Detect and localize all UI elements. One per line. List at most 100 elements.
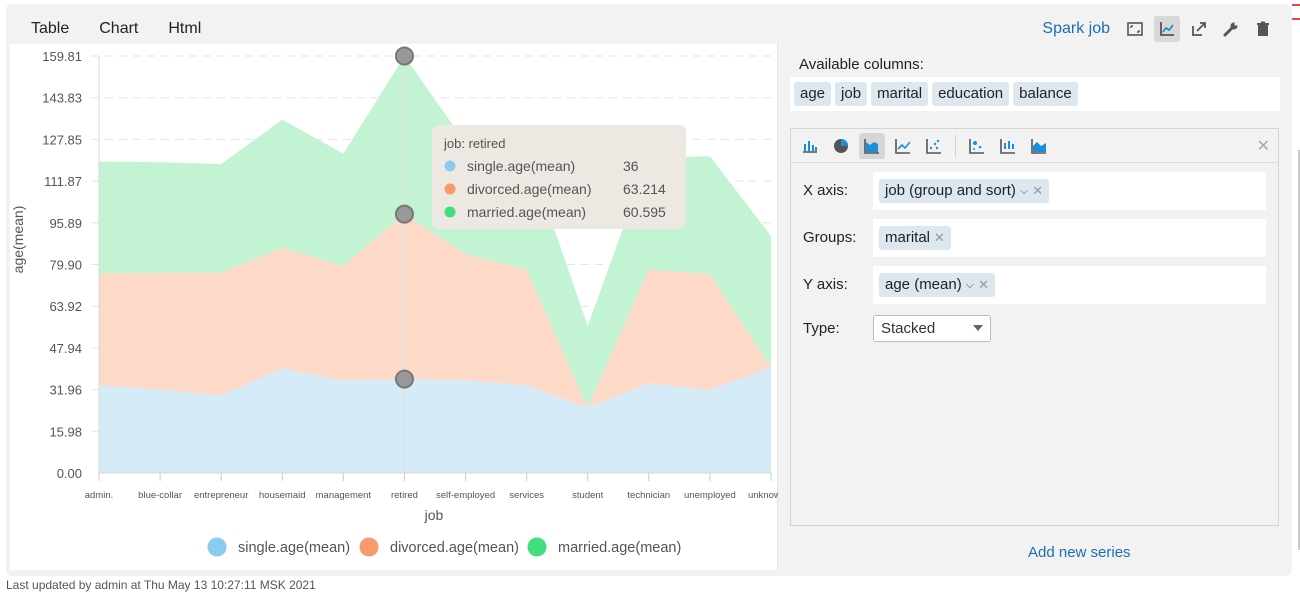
y-axis-row: Y axis: age (mean) ⌵ ✕ — [791, 261, 1268, 308]
area-chart-icon — [864, 138, 879, 154]
groups-chip[interactable]: marital ✕ — [879, 225, 951, 250]
y-tick-label: 0.00 — [57, 466, 82, 481]
x-tick-label: unemployed — [684, 490, 736, 501]
remove-icon[interactable]: ✕ — [934, 228, 945, 248]
chart-type-pie[interactable] — [828, 133, 854, 159]
y-axis-dropzone[interactable]: age (mean) ⌵ ✕ — [873, 265, 1266, 304]
tooltip-series-name: single.age(mean) — [467, 158, 575, 174]
x-axis-chip[interactable]: job (group and sort) ⌵ ✕ — [879, 178, 1050, 203]
x-axis-title: job — [424, 507, 444, 523]
close-series-icon[interactable]: ✕ — [1257, 136, 1270, 156]
fullscreen-button[interactable] — [1122, 16, 1148, 42]
toolbar-separator — [955, 134, 956, 157]
view-tabs: Table Chart Html — [16, 12, 656, 49]
area-line-chart-icon — [1031, 138, 1046, 154]
tab-table[interactable]: Table — [16, 12, 84, 48]
tooltip-series-value: 36 — [623, 158, 639, 174]
chart-config-panel: Available columns: age job marital educa… — [790, 56, 1280, 526]
tooltip-series-value: 63.214 — [623, 181, 666, 197]
pie-chart-icon — [834, 138, 848, 153]
y-tick-label: 127.85 — [42, 132, 82, 147]
bubble-chart-icon — [969, 138, 984, 154]
chart-type-area[interactable] — [859, 132, 885, 159]
y-tick-label: 63.92 — [49, 299, 82, 314]
legend-dot — [527, 537, 547, 557]
y-tick-label: 111.87 — [44, 174, 82, 189]
type-label: Type: — [803, 319, 840, 337]
series-editor: ✕ X axis: job (group and sort) ⌵ ✕ Groups:… — [790, 128, 1279, 526]
chart-type-bubble[interactable] — [964, 133, 990, 159]
chart-settings-icon — [1160, 22, 1174, 36]
chevron-down-icon[interactable]: ⌵ — [966, 275, 974, 295]
chart-type-area-line[interactable] — [1026, 133, 1052, 159]
chart-type-bar[interactable] — [797, 133, 823, 159]
y-axis-value: age (mean) — [885, 275, 962, 293]
remove-icon[interactable]: ✕ — [1032, 181, 1043, 201]
x-tick-label: housemaid — [259, 490, 305, 501]
x-tick-label: unknown — [748, 490, 778, 501]
x-tick-label: self-employed — [436, 490, 495, 501]
legend-label: single.age(mean) — [238, 540, 350, 556]
scatter-chart-icon — [926, 138, 941, 154]
hover-point-marker — [394, 46, 414, 66]
y-axis-chip[interactable]: age (mean) ⌵ ✕ — [879, 272, 995, 297]
legend-label: divorced.age(mean) — [390, 540, 519, 556]
box-chart-icon — [1000, 138, 1015, 154]
edge-marker — [1292, 18, 1300, 20]
y-tick-label: 159.81 — [42, 49, 82, 64]
type-row: Type: Stacked — [791, 308, 1268, 348]
tab-chart[interactable]: Chart — [84, 12, 154, 49]
hover-point-marker — [394, 204, 414, 224]
x-axis-value: job (group and sort) — [885, 181, 1016, 199]
type-select[interactable]: Stacked — [873, 314, 991, 342]
x-axis-row: X axis: job (group and sort) ⌵ ✕ — [791, 167, 1268, 214]
chevron-down-icon[interactable]: ⌵ — [1020, 181, 1028, 201]
x-tick-label: services — [509, 490, 544, 501]
y-tick-label: 143.83 — [42, 91, 82, 106]
chart-settings-button[interactable] — [1154, 16, 1180, 42]
delete-button[interactable] — [1250, 16, 1276, 42]
y-tick-label: 47.94 — [49, 341, 82, 356]
groups-dropzone[interactable]: marital ✕ — [873, 218, 1266, 257]
x-axis-dropzone[interactable]: job (group and sort) ⌵ ✕ — [873, 171, 1266, 210]
chart-type-box[interactable] — [995, 133, 1021, 159]
x-tick-label: student — [572, 490, 604, 501]
wrench-button[interactable] — [1218, 16, 1244, 42]
stacked-area-chart[interactable]: 0.00 15.98 31.96 47.94 63.92 79.90 95.89 111.87… — [10, 44, 778, 570]
dropdown-arrow-icon — [973, 325, 983, 331]
y-tick-label: 79.90 — [49, 258, 82, 273]
bar-chart-icon — [803, 140, 817, 153]
column-chip[interactable]: age — [794, 82, 832, 106]
export-icon — [1192, 22, 1206, 36]
cell-toolbar: Spark job — [1042, 16, 1276, 42]
remove-icon[interactable]: ✕ — [978, 275, 989, 295]
y-tick-label: 15.98 — [49, 424, 82, 439]
legend-label: married.age(mean) — [558, 540, 681, 556]
legend-dot — [359, 537, 379, 557]
y-axis-title: age(mean) — [10, 206, 26, 274]
groups-label: Groups: — [803, 229, 857, 246]
x-tick-label: admin. — [85, 490, 114, 501]
column-chip[interactable]: job — [835, 82, 868, 106]
chart-type-line[interactable] — [890, 133, 916, 159]
fullscreen-icon — [1127, 22, 1143, 36]
legend-dot — [207, 537, 227, 557]
column-chip[interactable]: education — [932, 82, 1010, 106]
chart-type-toolbar: ✕ — [791, 129, 1278, 163]
add-new-series-link[interactable]: Add new series — [1028, 544, 1131, 561]
trash-icon — [1257, 21, 1269, 36]
tab-html[interactable]: Html — [153, 12, 216, 48]
groups-value: marital — [885, 228, 931, 246]
tooltip-series-dot — [444, 183, 456, 195]
last-updated-status: Last updated by admin at Thu May 13 10:2… — [6, 578, 316, 592]
column-chip[interactable]: marital — [871, 82, 929, 106]
x-tick-label: blue-collar — [138, 490, 182, 501]
type-value: Stacked — [881, 319, 936, 337]
tooltip-series-dot — [444, 206, 456, 218]
export-button[interactable] — [1186, 16, 1212, 42]
tooltip-series-name: divorced.age(mean) — [467, 181, 592, 197]
column-chip[interactable]: balance — [1013, 82, 1078, 106]
line-chart-icon — [895, 138, 911, 154]
chart-type-scatter[interactable] — [921, 133, 947, 159]
spark-job-link[interactable]: Spark job — [1042, 20, 1110, 38]
